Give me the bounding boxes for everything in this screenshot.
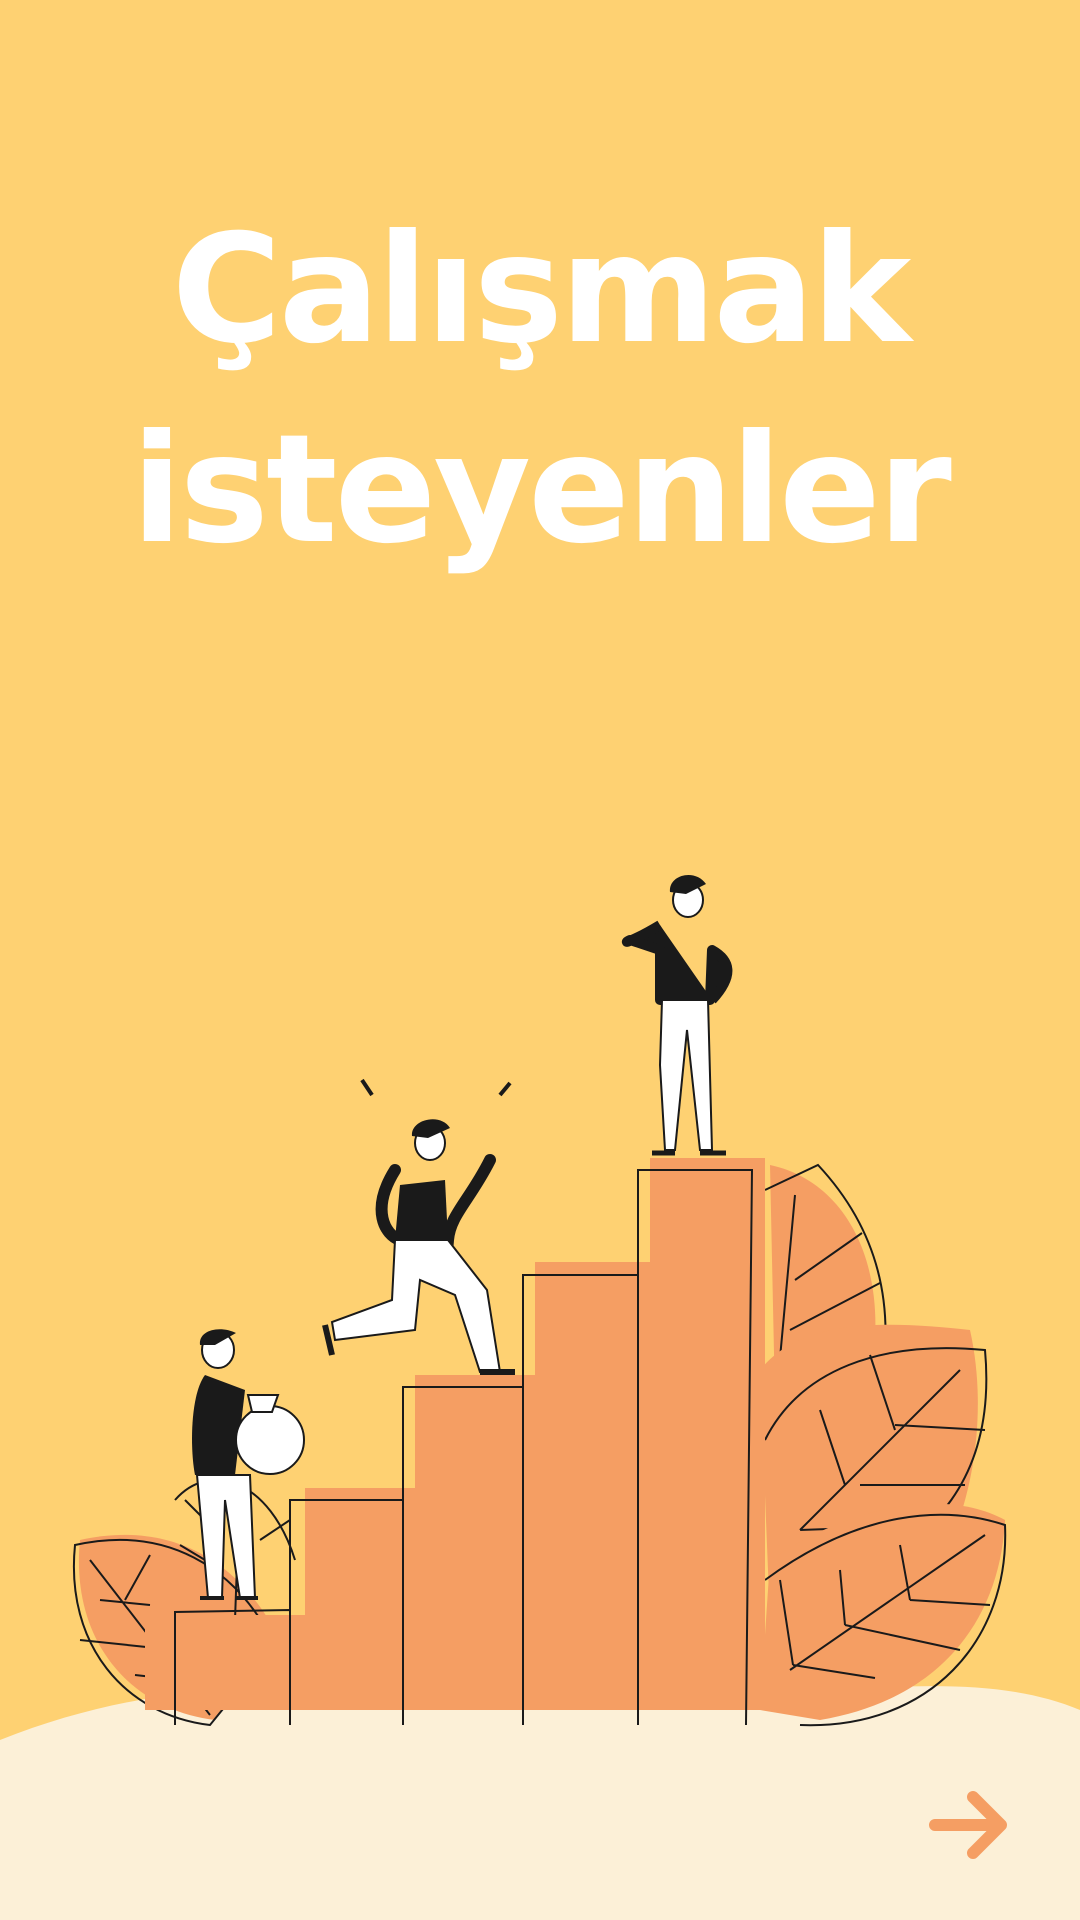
right-leaves-icon [760, 1163, 1007, 1727]
person-looking-ahead-icon [621, 875, 733, 1156]
stairs-illustration [0, 875, 1080, 1920]
next-button[interactable] [925, 1785, 1015, 1865]
ground-shape [0, 1686, 1080, 1920]
person-carrying-sack-icon [192, 1329, 305, 1600]
arrow-right-icon [929, 1791, 1007, 1859]
person-jumping-icon [322, 1078, 515, 1375]
